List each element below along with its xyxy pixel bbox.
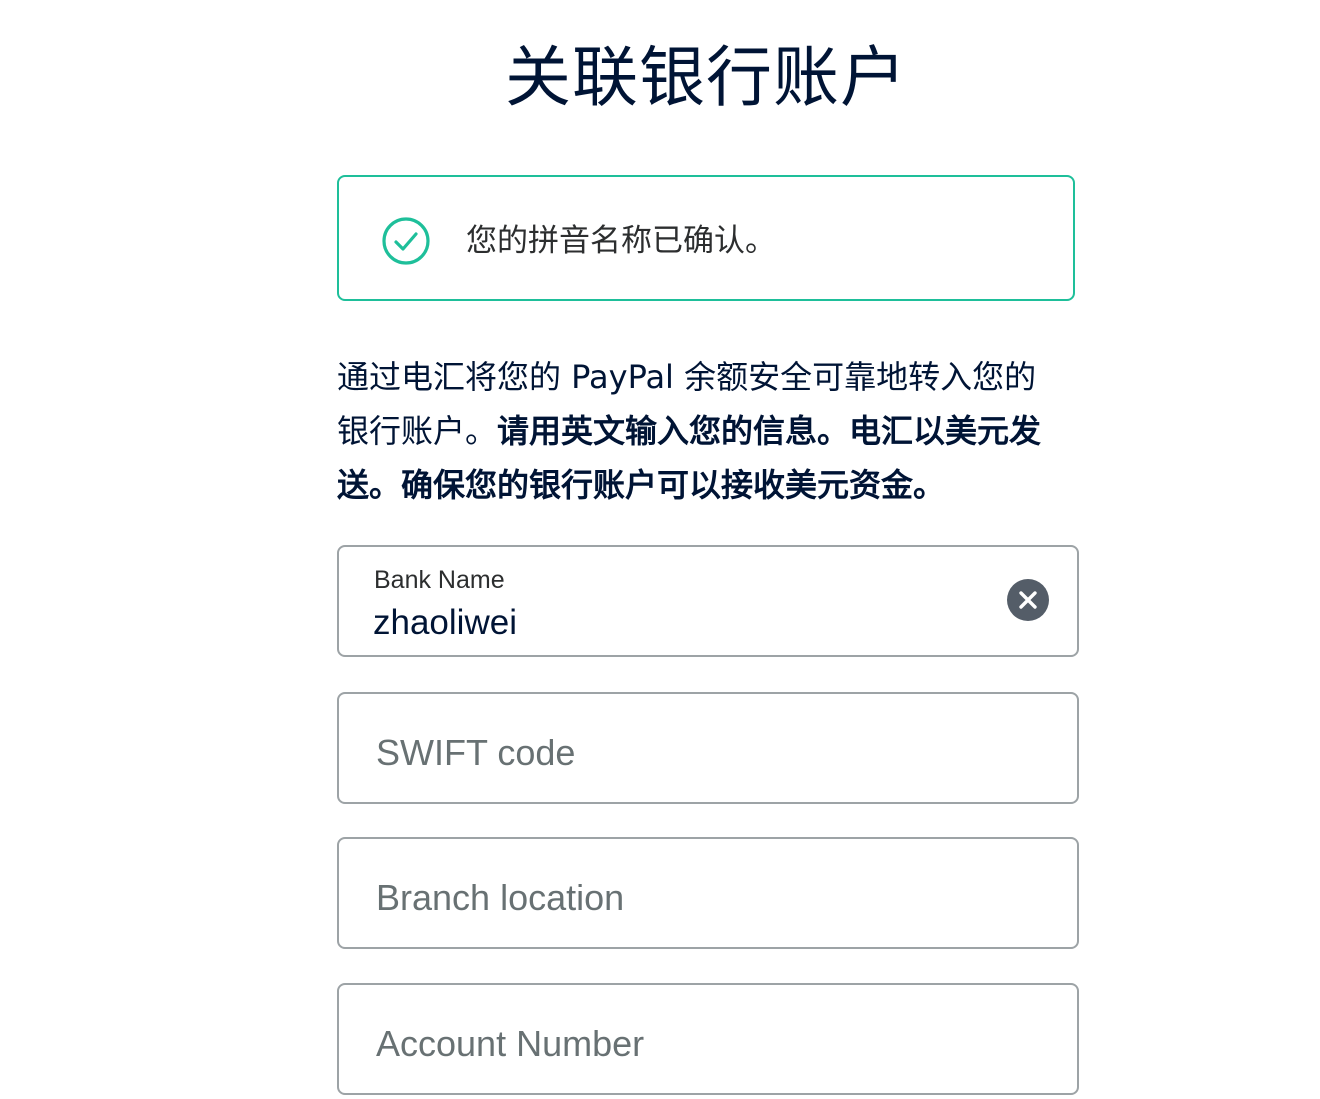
- confirmation-text: 您的拼音名称已确认。: [466, 223, 776, 259]
- bank-name-field[interactable]: Bank Name zhaoliwei: [337, 545, 1079, 657]
- check-circle-icon: [381, 216, 431, 266]
- intro-line-2-normal: 银行账户。: [337, 412, 498, 450]
- account-number-field[interactable]: Account Number: [337, 983, 1079, 1095]
- close-icon: [1019, 591, 1037, 609]
- swift-code-placeholder: SWIFT code: [376, 732, 576, 773]
- branch-location-placeholder: Branch location: [376, 877, 625, 918]
- intro-line-2-bold: 请用英文输入您的信息。电汇以美元发: [497, 412, 1042, 450]
- swift-code-field[interactable]: SWIFT code: [337, 692, 1079, 804]
- page-title: 关联银行账户: [505, 39, 907, 116]
- intro-paragraph: 通过电汇将您的 PayPal 余额安全可靠地转入您的 银行账户。请用英文输入您的…: [337, 350, 1097, 512]
- bank-name-label: Bank Name: [374, 566, 505, 594]
- intro-line-3-bold: 送。确保您的银行账户可以接收美元资金。: [337, 466, 946, 504]
- bank-name-value[interactable]: zhaoliwei: [373, 603, 517, 643]
- branch-location-field[interactable]: Branch location: [337, 837, 1079, 949]
- intro-line-1: 通过电汇将您的 PayPal 余额安全可靠地转入您的: [337, 358, 1037, 396]
- account-number-placeholder: Account Number: [376, 1023, 645, 1064]
- confirmation-banner: 您的拼音名称已确认。: [337, 175, 1075, 301]
- clear-bank-name-button[interactable]: [1007, 579, 1049, 621]
